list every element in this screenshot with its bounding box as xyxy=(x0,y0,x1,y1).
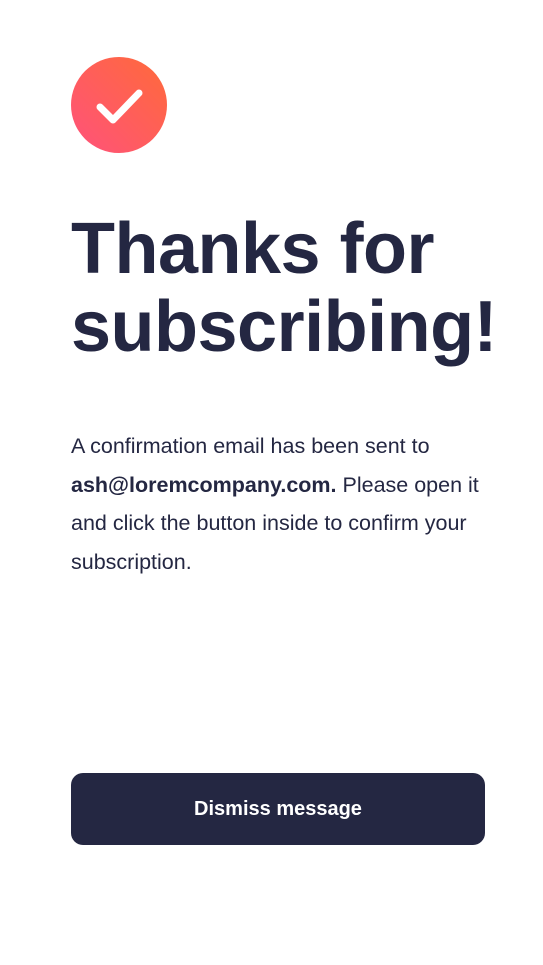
confirmation-message: A confirmation email has been sent to as… xyxy=(71,427,501,581)
dismiss-message-button[interactable]: Dismiss message xyxy=(71,773,485,845)
page-title: Thanks for subscribing! xyxy=(71,209,498,367)
subscriber-email: ash@loremcompany.com. xyxy=(71,472,337,497)
success-icon-badge xyxy=(71,57,167,153)
message-text-before: A confirmation email has been sent to xyxy=(71,434,430,458)
checkmark-icon xyxy=(96,89,143,124)
